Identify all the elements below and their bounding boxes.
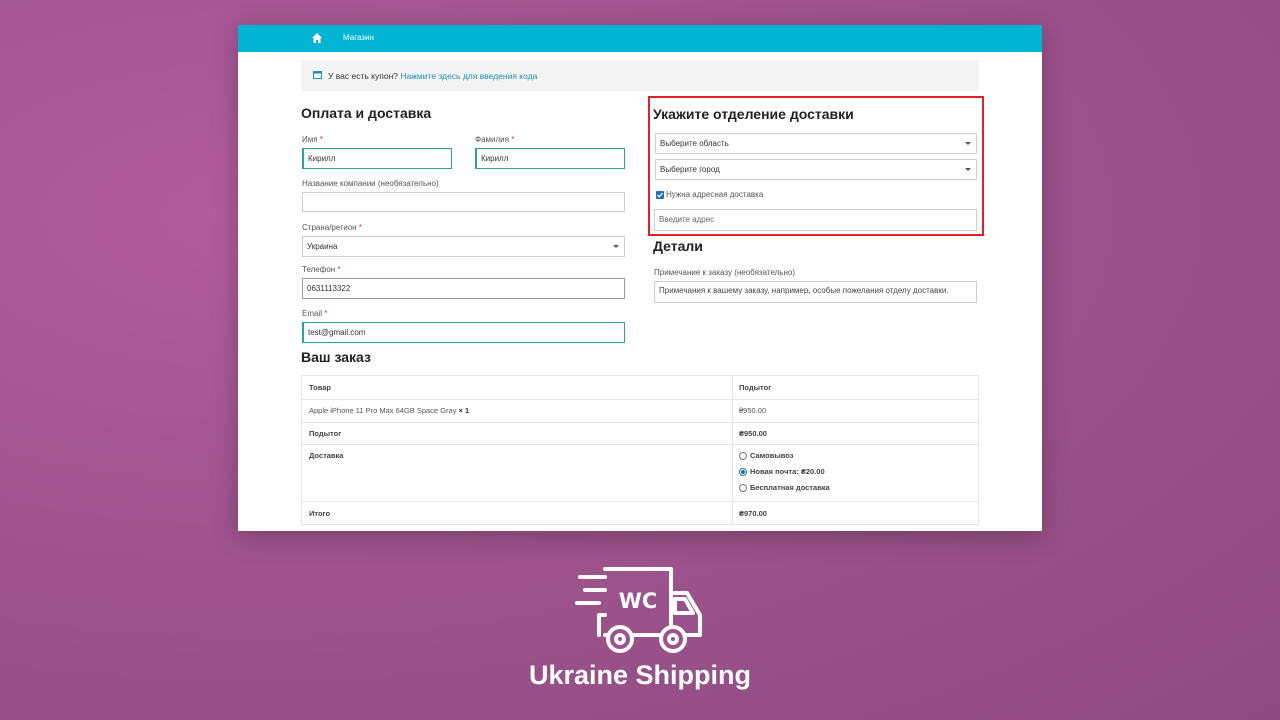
coupon-link[interactable]: Нажмите здесь для введения кода [400, 71, 537, 81]
city-placeholder: Выберите город [660, 165, 720, 174]
address-input[interactable]: Введите адрес [654, 209, 977, 231]
item-name: Apple iPhone 11 Pro Max 64GB Space Gray … [309, 406, 470, 415]
billing-title: Оплата и доставка [301, 105, 432, 121]
shipping-radio-free[interactable] [739, 484, 747, 492]
checkout-screenshot: Магазин У вас есть купон? Нажмите здесь … [238, 25, 1042, 531]
first-name-input[interactable]: Кирилл [302, 148, 452, 169]
phone-label: Телефон * [302, 265, 341, 274]
country-select[interactable]: Украина [302, 236, 625, 257]
order-notes-label: Примечание к заказу (необязательно) [654, 268, 795, 277]
logo-text: WC [619, 589, 658, 613]
home-icon[interactable] [311, 32, 323, 44]
top-navigation-bar: Магазин [238, 25, 1042, 52]
chevron-down-icon [965, 142, 971, 145]
shipping-option-pickup[interactable]: Самовывоз [750, 451, 793, 460]
nav-link-shop[interactable]: Магазин [343, 33, 374, 42]
item-price: ₴950.00 [739, 406, 767, 415]
shipping-label: Доставка [309, 451, 344, 460]
city-select[interactable]: Выберите город [655, 159, 977, 180]
address-delivery-label[interactable]: Нужна адресная доставка [666, 190, 763, 199]
delivery-title: Укажите отделение доставки [653, 106, 854, 122]
col-subtotal-header: Подытог [739, 383, 772, 392]
table-row [302, 444, 978, 502]
coupon-notice: У вас есть купон? Нажмите здесь для введ… [301, 60, 979, 91]
chevron-down-icon [613, 245, 619, 248]
phone-input[interactable]: 0631113322 [302, 278, 625, 299]
shipping-radio-nova-poshta[interactable] [739, 468, 747, 476]
first-name-label: Имя * [302, 135, 323, 144]
col-product-header: Товар [309, 383, 331, 392]
shipping-option-nova-poshta[interactable]: Новая почта: ₴20.00 [750, 467, 825, 476]
last-name-input[interactable]: Кирилл [475, 148, 625, 169]
shipping-radio-pickup[interactable] [739, 452, 747, 460]
checkmark-icon [657, 192, 663, 198]
order-table: Товар Подытог Apple iPhone 11 Pro Max 64… [301, 375, 979, 525]
email-label: Email * [302, 309, 328, 318]
column-divider [732, 376, 733, 524]
country-value: Украина [307, 242, 338, 251]
order-title: Ваш заказ [301, 349, 371, 365]
region-select[interactable]: Выберите область [655, 133, 977, 154]
region-placeholder: Выберите область [660, 139, 729, 148]
country-label: Страна/регион * [302, 223, 362, 232]
coupon-text: У вас есть купон? [328, 71, 398, 81]
subtotal-label: Подытог [309, 429, 342, 438]
email-input[interactable]: test@gmail.com [302, 322, 625, 343]
truck-logo-icon: WC [575, 567, 702, 653]
brand-name: Ukraine Shipping [528, 660, 752, 690]
subtotal-value: ₴950.00 [739, 429, 767, 438]
company-input[interactable] [302, 192, 625, 212]
shipping-option-free[interactable]: Бесплатная доставка [750, 483, 830, 492]
total-label: Итого [309, 509, 331, 518]
chevron-down-icon [965, 168, 971, 171]
address-delivery-checkbox[interactable] [656, 191, 664, 199]
table-row [302, 422, 978, 445]
order-notes-textarea[interactable]: Примечания к вашему заказу, например, ос… [654, 281, 977, 303]
total-value: ₴970.00 [739, 509, 767, 518]
table-header-row [302, 376, 978, 400]
calendar-icon [313, 71, 322, 79]
company-label: Название компании (необязательно) [302, 179, 439, 188]
last-name-label: Фамилия * [475, 135, 515, 144]
details-title: Детали [653, 238, 703, 254]
